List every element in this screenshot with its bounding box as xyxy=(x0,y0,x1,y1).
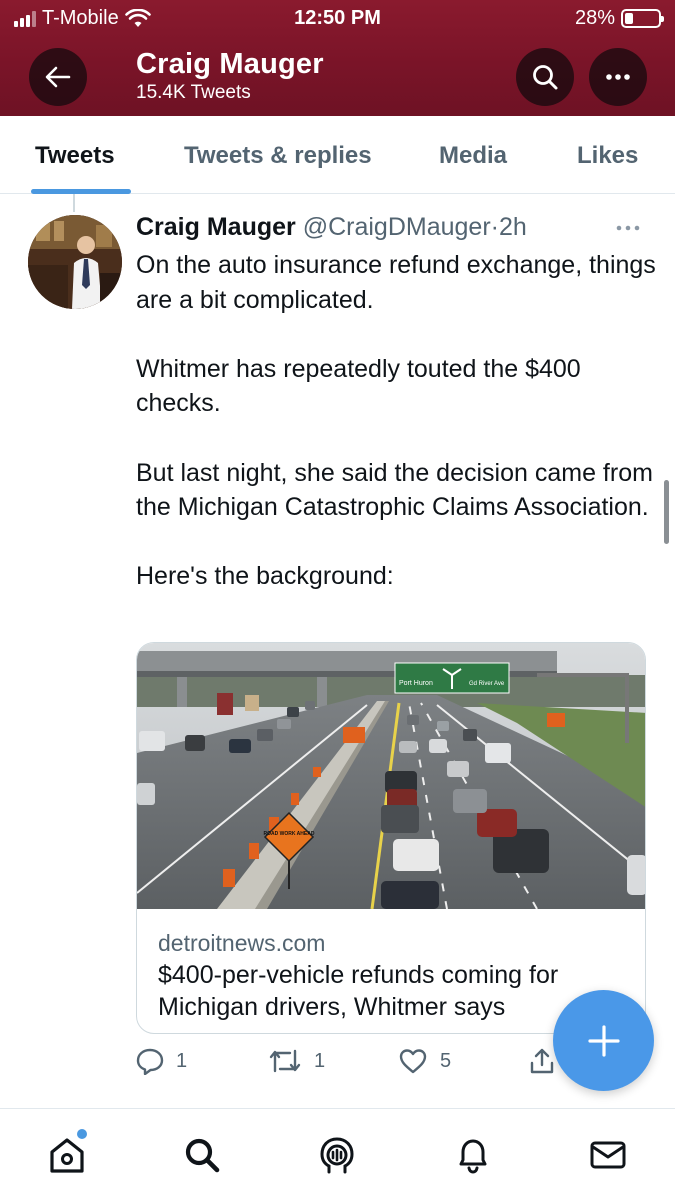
messages-icon xyxy=(590,1141,626,1169)
nav-home[interactable] xyxy=(45,1133,89,1177)
active-tab-indicator xyxy=(31,189,131,194)
card-title: $400-per-vehicle refunds coming for Mich… xyxy=(158,961,559,1021)
battery-icon xyxy=(621,9,664,28)
tab-likes[interactable]: Likes xyxy=(577,142,638,170)
thread-line xyxy=(73,194,75,212)
like-button[interactable]: 5 xyxy=(398,1047,451,1075)
plus-icon xyxy=(587,1024,620,1057)
tab-tweets-and-replies[interactable]: Tweets & replies xyxy=(184,142,372,170)
tweet-more-button[interactable] xyxy=(613,216,643,245)
retweet-button[interactable]: 1 xyxy=(268,1047,325,1075)
tweet-paragraph: Here's the background: xyxy=(136,562,394,591)
notifications-icon xyxy=(459,1139,487,1174)
tweet-text: On the auto insurance refund exchange, t… xyxy=(136,248,656,594)
scrollbar[interactable] xyxy=(664,480,669,544)
share-icon xyxy=(530,1048,554,1074)
status-right: 28% xyxy=(574,7,664,30)
author-name[interactable]: Craig Mauger xyxy=(136,213,296,241)
avatar-photo xyxy=(28,215,122,309)
retweet-count: 1 xyxy=(314,1049,326,1072)
profile-name: Craig Mauger xyxy=(136,48,324,80)
meta-separator: · xyxy=(490,213,499,241)
card-image: Port Huron Gd River Ave ROAD WORK AHEAD xyxy=(137,643,645,909)
clock: 12:50 PM xyxy=(294,7,381,29)
compose-tweet-button[interactable] xyxy=(553,990,654,1091)
share-button[interactable] xyxy=(528,1047,556,1075)
search-icon xyxy=(533,65,558,90)
tweet-header: Craig Mauger @CraigDMauger·2h xyxy=(136,213,527,242)
nav-search[interactable] xyxy=(180,1133,224,1177)
profile-header: T-Mobile 12:50 PM 28% Craig Mauger 15.4K… xyxy=(0,0,675,116)
tweet-paragraph: On the auto insurance refund exchange, t… xyxy=(136,251,656,314)
tweet-actions: 1 1 5 xyxy=(136,1047,576,1083)
card-domain: detroitnews.com xyxy=(158,930,326,956)
heart-icon xyxy=(399,1049,427,1074)
link-card[interactable]: Port Huron Gd River Ave ROAD WORK AHEAD … xyxy=(136,642,646,1034)
tweet-count: 15.4K Tweets xyxy=(136,82,251,103)
retweet-icon xyxy=(269,1049,301,1073)
road-sign-text: ROAD WORK AHEAD xyxy=(264,831,315,837)
nav-messages[interactable] xyxy=(586,1133,630,1177)
tweet-paragraph: But last night, she said the decision ca… xyxy=(136,458,653,522)
bottom-navigation xyxy=(0,1109,675,1200)
like-count: 5 xyxy=(440,1049,452,1072)
spaces-icon xyxy=(320,1137,354,1174)
search-button[interactable] xyxy=(516,48,574,106)
home-icon xyxy=(50,1138,84,1173)
battery-percent: 28% xyxy=(574,7,615,29)
author-handle[interactable]: @CraigDMauger xyxy=(303,213,491,241)
more-horizontal-icon xyxy=(616,225,640,231)
more-options-button[interactable] xyxy=(589,48,647,106)
reply-icon xyxy=(136,1048,164,1075)
avatar[interactable] xyxy=(28,215,122,309)
profile-tabs: Tweets Tweets & replies Media Likes xyxy=(0,116,675,194)
tweet-time[interactable]: 2h xyxy=(499,213,527,241)
nav-spaces[interactable] xyxy=(315,1133,359,1177)
reply-count: 1 xyxy=(176,1049,188,1072)
sign-text-2: Gd River Ave xyxy=(469,681,505,687)
status-bar: T-Mobile 12:50 PM 28% xyxy=(0,0,675,38)
home-notification-dot xyxy=(77,1129,87,1139)
back-button[interactable] xyxy=(29,48,87,106)
reply-button[interactable]: 1 xyxy=(136,1047,187,1075)
sign-text: Port Huron xyxy=(399,680,433,687)
nav-notifications[interactable] xyxy=(451,1133,495,1177)
tweet-paragraph: Whitmer has repeatedly touted the $400 c… xyxy=(136,354,581,418)
tab-tweets[interactable]: Tweets xyxy=(35,142,115,170)
tab-media[interactable]: Media xyxy=(439,142,507,170)
search-icon xyxy=(185,1138,220,1173)
arrow-left-icon xyxy=(45,66,71,88)
more-horizontal-icon xyxy=(606,74,630,80)
